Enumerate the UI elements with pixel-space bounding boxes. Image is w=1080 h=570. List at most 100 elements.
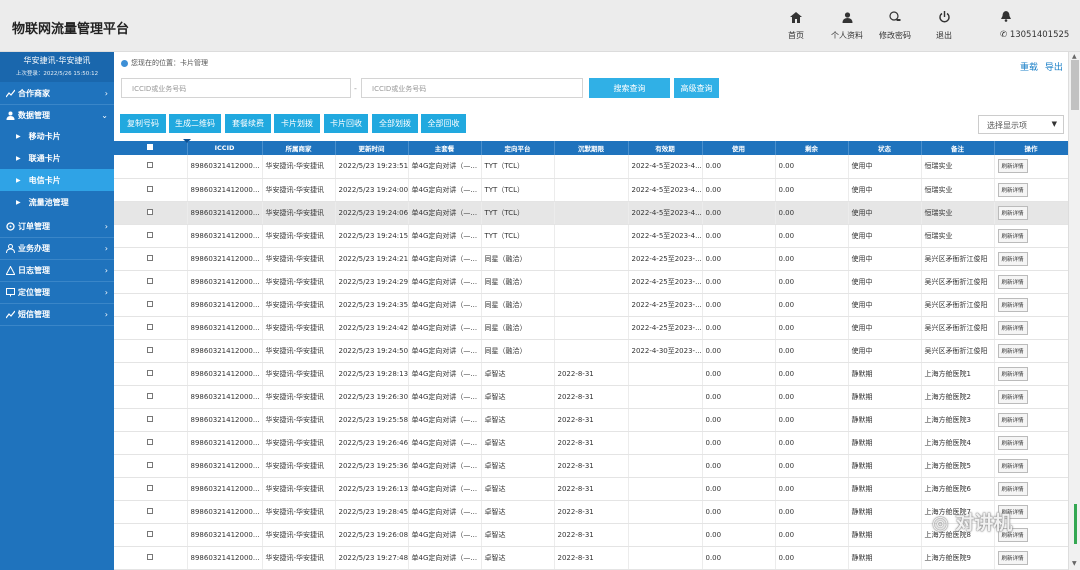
- vertical-scrollbar[interactable]: ▲ ▼: [1068, 52, 1080, 570]
- nav-logout[interactable]: 退出: [919, 10, 969, 41]
- col-used[interactable]: 使用: [702, 141, 776, 155]
- advanced-search-button[interactable]: 高级查询: [674, 78, 719, 98]
- table-row[interactable]: 89860321412000... 华安捷讯-华安捷讯 2022/5/23 19:2…: [114, 477, 1069, 501]
- sidebar-subitem-unicom[interactable]: ▶ 联通卡片: [0, 147, 114, 169]
- table-row[interactable]: 89860321412000... 华安捷讯-华安捷讯 2022/5/23 19:2…: [114, 155, 1069, 179]
- cell-note: 吴兴区矛衙折江俊阳: [921, 293, 995, 317]
- iccid-search-input-end[interactable]: ICCID或业务号码: [361, 78, 583, 98]
- table-row[interactable]: 89860321412000... 华安捷讯-华安捷讯 2022/5/23 19:2…: [114, 224, 1069, 248]
- col-silent-period[interactable]: 沉默期限: [554, 141, 629, 155]
- table-row[interactable]: 89860321412000... 华安捷讯-华安捷讯 2022/5/23 19:2…: [114, 385, 1069, 409]
- generate-qr-button[interactable]: 生成二维码: [169, 114, 221, 133]
- display-columns-select[interactable]: 选择显示项 ▼: [978, 115, 1064, 134]
- row-checkbox[interactable]: [147, 185, 154, 192]
- table-row[interactable]: 89860321412000... 华安捷讯-华安捷讯 2022/5/23 19:2…: [114, 201, 1069, 225]
- col-platform[interactable]: 定向平台: [481, 141, 555, 155]
- refresh-details-button[interactable]: 刷新详情: [997, 182, 1028, 197]
- refresh-details-button[interactable]: 刷新详情: [997, 274, 1028, 289]
- row-checkbox[interactable]: [147, 553, 154, 560]
- table-row[interactable]: 89860321412000... 华安捷讯-华安捷讯 2022/5/23 19:2…: [114, 339, 1069, 363]
- sidebar-subitem-pool[interactable]: ▶ 流量池管理: [0, 191, 114, 213]
- scroll-down-arrow[interactable]: ▼: [1072, 560, 1077, 567]
- row-checkbox[interactable]: [147, 415, 154, 422]
- refresh-details-button[interactable]: 刷新详情: [997, 366, 1028, 381]
- transfer-all-button[interactable]: 全部划拨: [372, 114, 418, 133]
- row-checkbox[interactable]: [147, 162, 154, 169]
- sidebar-item-location[interactable]: 定位管理 ›: [0, 282, 114, 304]
- col-iccid[interactable]: ICCID: [187, 141, 263, 155]
- card-recycle-button[interactable]: 卡片回收: [324, 114, 368, 133]
- sidebar-item-orders[interactable]: 订单管理 ›: [0, 216, 114, 238]
- refresh-details-button[interactable]: 刷新详情: [997, 550, 1028, 565]
- recycle-all-button[interactable]: 全部回收: [421, 114, 466, 133]
- sidebar-item-logs[interactable]: 日志管理 ›: [0, 260, 114, 282]
- sidebar-item-data-management[interactable]: 数据管理 ⌄: [0, 105, 114, 127]
- card-transfer-button[interactable]: 卡片划拨: [274, 114, 320, 133]
- row-checkbox[interactable]: [147, 438, 154, 445]
- iccid-search-input-start[interactable]: ICCID或业务号码: [121, 78, 351, 98]
- refresh-details-button[interactable]: 刷新详情: [997, 435, 1028, 450]
- nav-change-password[interactable]: 修改密码: [870, 10, 920, 41]
- refresh-details-button[interactable]: 刷新详情: [997, 159, 1028, 174]
- export-link[interactable]: 导出: [1045, 63, 1063, 73]
- row-checkbox-cell: [114, 339, 188, 363]
- col-merchant[interactable]: 所属商家: [262, 141, 336, 155]
- nav-home[interactable]: 首页: [771, 10, 821, 41]
- table-row[interactable]: 89860321412000... 华安捷讯-华安捷讯 2022/5/23 19:2…: [114, 316, 1069, 340]
- sidebar-item-partners[interactable]: 合作商家 ›: [0, 83, 114, 105]
- table-row[interactable]: 89860321412000... 华安捷讯-华安捷讯 2022/5/23 19:2…: [114, 500, 1069, 524]
- row-checkbox[interactable]: [147, 323, 154, 330]
- scroll-up-arrow[interactable]: ▲: [1072, 53, 1077, 60]
- col-note[interactable]: 备注: [921, 141, 995, 155]
- refresh-details-button[interactable]: 刷新详情: [997, 251, 1028, 266]
- row-checkbox[interactable]: [147, 392, 154, 399]
- table-row[interactable]: 89860321412000... 华安捷讯-华安捷讯 2022/5/23 19:2…: [114, 362, 1069, 386]
- row-checkbox[interactable]: [147, 507, 154, 514]
- bell-icon[interactable]: [1001, 11, 1011, 24]
- table-row[interactable]: 89860321412000... 华安捷讯-华安捷讯 2022/5/23 19:2…: [114, 431, 1069, 455]
- copy-number-button[interactable]: 复制号码: [120, 114, 166, 133]
- col-update-time[interactable]: 更新时间: [335, 141, 409, 155]
- refresh-details-button[interactable]: 刷新详情: [997, 481, 1028, 496]
- row-checkbox[interactable]: [147, 369, 154, 376]
- row-checkbox[interactable]: [147, 484, 154, 491]
- row-checkbox[interactable]: [147, 208, 154, 215]
- sidebar-item-sms[interactable]: 短信管理 ›: [0, 304, 114, 326]
- table-row[interactable]: 89860321412000... 华安捷讯-华安捷讯 2022/5/23 19:2…: [114, 408, 1069, 432]
- table-row[interactable]: 89860321412000... 华安捷讯-华安捷讯 2022/5/23 19:2…: [114, 247, 1069, 271]
- refresh-details-button[interactable]: 刷新详情: [997, 297, 1028, 312]
- row-checkbox[interactable]: [147, 300, 154, 307]
- table-row[interactable]: 89860321412000... 华安捷讯-华安捷讯 2022/5/23 19:2…: [114, 293, 1069, 317]
- row-checkbox[interactable]: [147, 254, 154, 261]
- refresh-details-button[interactable]: 刷新详情: [997, 228, 1028, 243]
- table-row[interactable]: 89860321412000... 华安捷讯-华安捷讯 2022/5/23 19:2…: [114, 454, 1069, 478]
- select-all-checkbox[interactable]: [114, 139, 191, 155]
- table-row[interactable]: 89860321412000... 华安捷讯-华安捷讯 2022/5/23 19:2…: [114, 523, 1069, 547]
- col-validity[interactable]: 有效期: [628, 141, 703, 155]
- table-row[interactable]: 89860321412000... 华安捷讯-华安捷讯 2022/5/23 19:2…: [114, 546, 1069, 570]
- refresh-details-button[interactable]: 刷新详情: [997, 205, 1028, 220]
- row-checkbox[interactable]: [147, 461, 154, 468]
- row-checkbox[interactable]: [147, 231, 154, 238]
- table-row[interactable]: 89860321412000... 华安捷讯-华安捷讯 2022/5/23 19:2…: [114, 270, 1069, 294]
- scrollbar-thumb[interactable]: [1071, 60, 1079, 110]
- refresh-details-button[interactable]: 刷新详情: [997, 320, 1028, 335]
- refresh-details-button[interactable]: 刷新详情: [997, 412, 1028, 427]
- col-remaining[interactable]: 剩余: [775, 141, 849, 155]
- reload-link[interactable]: 重载: [1020, 63, 1038, 73]
- col-main-plan[interactable]: 主套餐: [408, 141, 482, 155]
- nav-profile[interactable]: 个人资料: [822, 10, 872, 41]
- col-status[interactable]: 状态: [848, 141, 922, 155]
- search-button[interactable]: 搜索查询: [589, 78, 670, 98]
- sidebar-subitem-telecom[interactable]: ▶ 电信卡片: [0, 169, 114, 191]
- sidebar-subitem-mobile[interactable]: ▶ 移动卡片: [0, 125, 114, 147]
- row-checkbox[interactable]: [147, 277, 154, 284]
- refresh-details-button[interactable]: 刷新详情: [997, 458, 1028, 473]
- row-checkbox[interactable]: [147, 530, 154, 537]
- refresh-details-button[interactable]: 刷新详情: [997, 343, 1028, 358]
- renew-plan-button[interactable]: 套餐续费: [225, 114, 271, 133]
- table-row[interactable]: 89860321412000... 华安捷讯-华安捷讯 2022/5/23 19:2…: [114, 178, 1069, 202]
- sidebar-item-business[interactable]: 业务办理 ›: [0, 238, 114, 260]
- row-checkbox[interactable]: [147, 346, 154, 353]
- refresh-details-button[interactable]: 刷新详情: [997, 389, 1028, 404]
